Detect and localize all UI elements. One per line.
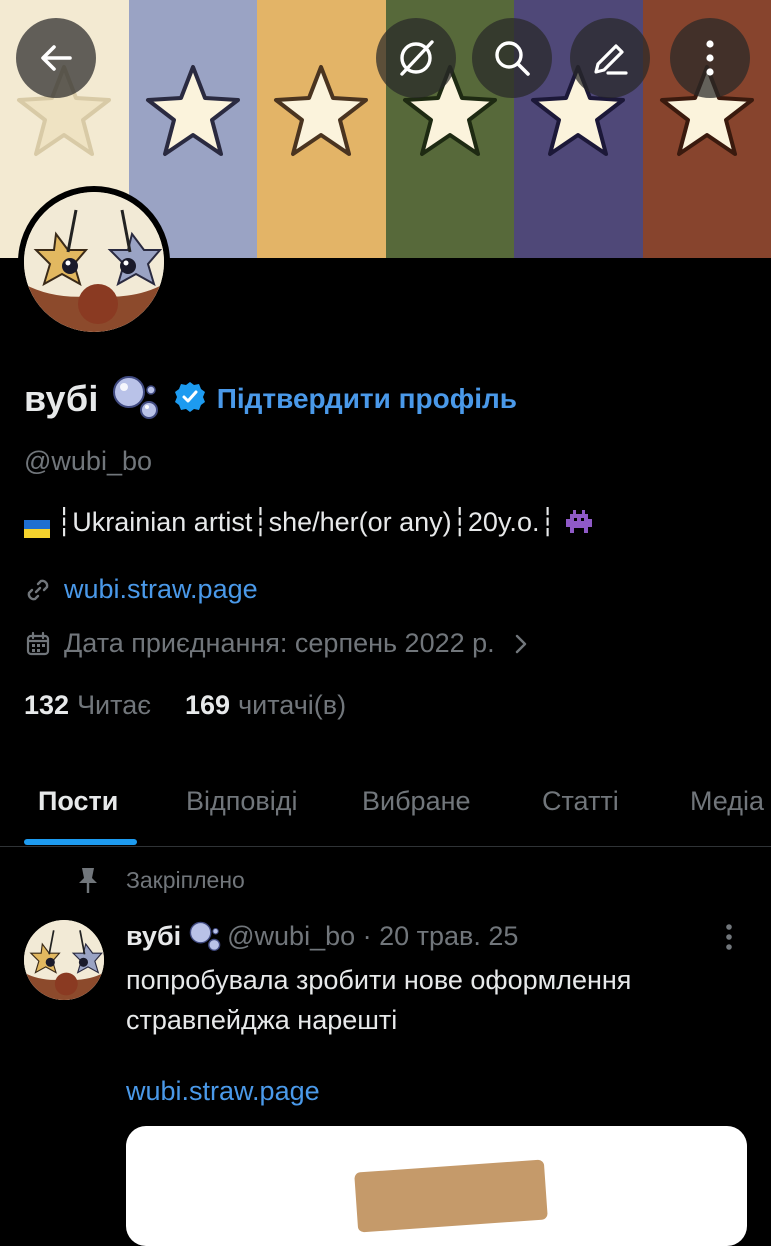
verify-profile-link[interactable]: Підтвердити профіль — [217, 383, 517, 415]
tab-posts[interactable]: Пости — [38, 786, 118, 817]
more-button[interactable] — [670, 18, 750, 98]
join-date-text: Дата приєднання: серпень 2022 р. — [64, 628, 495, 659]
following-stat[interactable]: 132 Читає — [24, 690, 151, 721]
more-vertical-icon — [722, 922, 736, 952]
verified-badge-icon[interactable] — [173, 380, 207, 419]
pin-icon — [76, 866, 102, 894]
following-count: 132 — [24, 690, 69, 721]
post-header: вубі @wubi_bo · 20 трав. 25 — [126, 920, 518, 952]
website-row: wubi.straw.page — [24, 574, 258, 605]
pinned-label: Закріплено — [126, 867, 245, 894]
search-icon — [490, 36, 534, 80]
pencil-icon — [588, 36, 632, 80]
search-button[interactable] — [472, 18, 552, 98]
star-decoration — [143, 62, 243, 162]
calendar-icon — [24, 630, 56, 658]
ukraine-flag-icon — [24, 514, 50, 532]
post-text: попробувала зробити нове оформлення стра… — [126, 960, 746, 1040]
pinned-indicator: Закріплено — [76, 866, 245, 894]
post-more-button[interactable] — [722, 922, 736, 957]
followers-stat[interactable]: 169 читачі(в) — [185, 690, 346, 721]
post-author-name[interactable]: вубі — [126, 921, 181, 952]
display-name: вубі — [24, 378, 99, 420]
tab-articles[interactable]: Статті — [542, 786, 619, 817]
profile-tabs: Пости Відповіді Вибране Статті Медіа — [0, 760, 771, 847]
chevron-right-icon — [513, 632, 529, 656]
bubbles-emoji-icon — [109, 374, 159, 425]
profile-avatar[interactable] — [18, 186, 170, 338]
star-decoration — [271, 62, 371, 162]
active-tab-indicator — [24, 839, 137, 845]
tab-replies[interactable]: Відповіді — [186, 786, 298, 817]
post-handle-date: @wubi_bo · 20 трав. 25 — [227, 921, 518, 952]
bio-text: ┆Ukrainian artist┆she/her(or any)┆20y.o.… — [56, 507, 556, 538]
website-link[interactable]: wubi.straw.page — [64, 574, 258, 605]
avatar-image — [24, 192, 164, 332]
following-label: Читає — [77, 690, 151, 721]
bubbles-emoji-icon — [187, 920, 221, 952]
followers-count: 169 — [185, 690, 230, 721]
banner-stripe — [257, 0, 386, 258]
alien-monster-emoji-icon — [564, 510, 594, 536]
link-icon — [24, 576, 56, 604]
profile-handle: @wubi_bo — [24, 446, 152, 477]
post-author-avatar[interactable] — [24, 920, 104, 1000]
preview-image — [354, 1159, 548, 1232]
followers-label: читачі(в) — [238, 690, 346, 721]
name-row: вубі Підтвердити профіль — [24, 370, 517, 428]
more-vertical-icon — [704, 38, 716, 78]
join-date-row[interactable]: Дата приєднання: серпень 2022 р. — [24, 628, 529, 659]
edit-button[interactable] — [570, 18, 650, 98]
arrow-left-icon — [36, 38, 76, 78]
post-link[interactable]: wubi.straw.page — [126, 1076, 320, 1107]
back-button[interactable] — [16, 18, 96, 98]
grok-icon — [394, 36, 438, 80]
link-preview-card[interactable] — [126, 1126, 747, 1246]
tab-media[interactable]: Медіа — [690, 786, 764, 817]
grok-button[interactable] — [376, 18, 456, 98]
tab-highlights[interactable]: Вибране — [362, 786, 471, 817]
profile-bio: ┆Ukrainian artist┆she/her(or any)┆20y.o.… — [24, 507, 594, 538]
follow-stats: 132 Читає 169 читачі(в) — [24, 690, 380, 721]
